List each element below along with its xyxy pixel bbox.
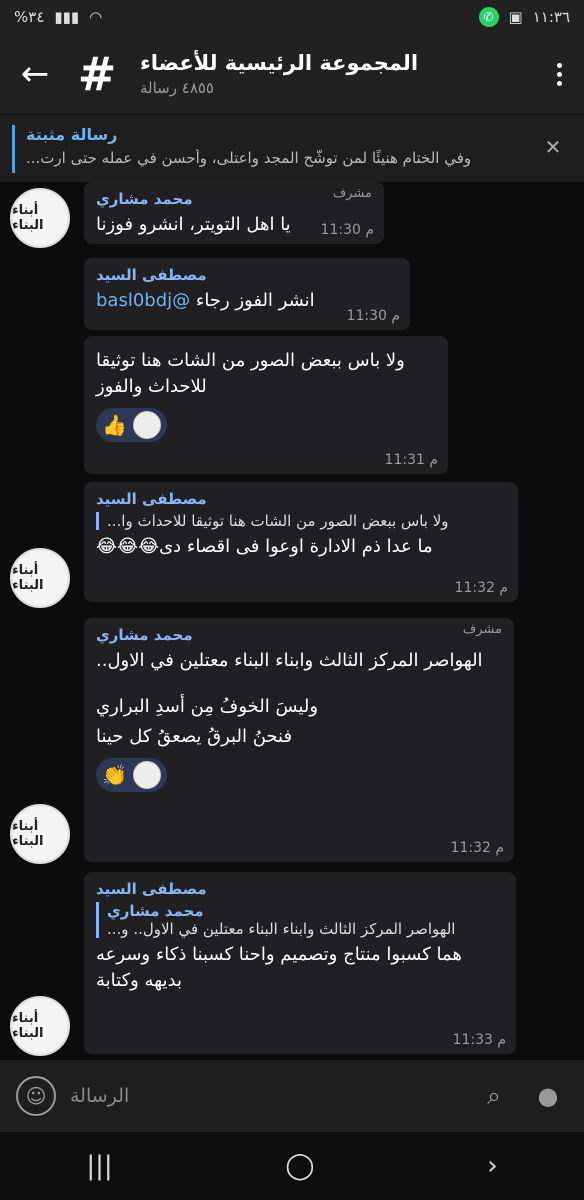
avatar[interactable]: أبناء البناء <box>10 188 70 248</box>
avatar-label: أبناء البناء <box>12 819 44 849</box>
signal-icon: ▮▮▮ <box>54 8 80 26</box>
chat-area[interactable]: أبناء البناء مشرف محمد مشاري يا اهل التو… <box>0 182 584 1060</box>
more-vert-icon <box>556 62 562 86</box>
message-time: 11:30 م <box>320 222 374 238</box>
message-input-bar: ☺ ⌕ ● <box>0 1060 584 1132</box>
message-text: فنحنُ البرقُ يصعقُ كل حينا <box>96 726 293 748</box>
reply-text: ولا باس ببعض الصور من الشات هنا توثيقا ل… <box>107 512 449 530</box>
reaction-chip[interactable]: 👏 <box>96 758 167 793</box>
message-bubble[interactable]: مصطفى السيد انشر الفوز رجاء @basl0bdj 11… <box>84 258 410 330</box>
avatar[interactable]: أبناء البناء <box>10 548 70 608</box>
sender-name[interactable]: محمد مشاري <box>96 190 372 208</box>
message-time: 11:33 م <box>452 1032 506 1048</box>
reply-text: الهواصر المركز الثالث وابناء البناء معتل… <box>107 920 456 938</box>
reaction-emoji: 👏 <box>102 763 127 788</box>
status-left: %٣٤ ▮▮▮ ◠ <box>14 8 102 26</box>
pinned-accent-bar <box>12 125 15 173</box>
admin-badge: مشرف <box>332 186 372 201</box>
sender-name[interactable]: مصطفى السيد <box>96 266 398 284</box>
reaction-emoji: 👍 <box>102 413 127 438</box>
avatar-label: أبناء البناء <box>12 1011 44 1041</box>
avatar-label: أبناء البناء <box>12 563 44 593</box>
smiley-icon: ☺ <box>25 1084 47 1108</box>
pinned-message-bar[interactable]: رسالة مثبتة وفي الختام هنيئًا لمن توشَّح… <box>0 114 584 182</box>
whatsapp-icon: ✆ <box>478 7 499 27</box>
status-right: ✆ ▣ ١١:٣٦ <box>478 7 570 27</box>
message-text: هما كسبوا منتاج وتصميم واحنا كسبنا ذكاء … <box>96 944 462 992</box>
message-time: 11:32 م <box>450 840 504 856</box>
paperclip-icon: ⌕ <box>487 1082 501 1110</box>
reaction-chip[interactable]: 👍 <box>96 408 167 443</box>
attach-button[interactable]: ⌕ <box>474 1076 514 1116</box>
mention-link[interactable]: @basl0bdj <box>96 290 190 311</box>
message-text-prefix: انشر الفوز رجاء <box>190 290 315 311</box>
unpin-icon: ✕ <box>544 135 562 159</box>
message-time: 11:31 م <box>384 452 438 468</box>
clock-time: ١١:٣٦ <box>532 8 570 26</box>
sender-name[interactable]: مصطفى السيد <box>96 880 504 898</box>
pinned-title: رسالة مثبتة <box>26 125 118 144</box>
admin-badge: مشرف <box>462 622 502 637</box>
message-count: ٤٨٥٥ رسالة <box>140 79 214 97</box>
reaction-avatar <box>132 411 161 440</box>
message-text: الهواصر المركز الثالث وابناء البناء معتل… <box>96 650 483 671</box>
voice-record-button[interactable]: ● <box>528 1076 568 1116</box>
hash-icon: # <box>77 47 117 101</box>
microphone-icon: ● <box>537 1082 559 1110</box>
back-button[interactable]: ← <box>0 34 70 114</box>
battery-level: %٣٤ <box>14 8 45 26</box>
avatar[interactable]: أبناء البناء <box>10 804 70 864</box>
unpin-button[interactable]: ✕ <box>536 135 570 165</box>
chat-info[interactable]: المجموعة الرئيسية للأعضاء ٤٨٥٥ رسالة <box>122 51 534 97</box>
wifi-icon: ◠ <box>89 8 103 26</box>
emoji-button[interactable]: ☺ <box>16 1076 56 1116</box>
avatar[interactable]: أبناء البناء <box>10 996 70 1056</box>
gallery-icon: ▣ <box>508 8 523 26</box>
message-text: وليسَ الخوفُ مِن أسدِ البراري <box>96 696 319 718</box>
reply-preview[interactable]: ولا باس ببعض الصور من الشات هنا توثيقا ل… <box>96 512 506 530</box>
more-options-button[interactable] <box>534 34 584 114</box>
avatar-label: أبناء البناء <box>12 203 44 233</box>
arrow-left-icon: ← <box>20 54 50 94</box>
reply-preview[interactable]: محمد مشاري الهواصر المركز الثالث وابناء … <box>96 902 504 938</box>
reaction-avatar <box>132 761 161 790</box>
message-text: ولا باس ببعض الصور من الشات هنا توثيقا ل… <box>96 350 405 398</box>
message-input[interactable] <box>70 1085 460 1107</box>
reply-sender: محمد مشاري <box>107 902 204 920</box>
chat-title: المجموعة الرئيسية للأعضاء <box>140 51 419 75</box>
message-bubble[interactable]: ولا باس ببعض الصور من الشات هنا توثيقا ل… <box>84 336 448 474</box>
message-bubble[interactable]: مشرف محمد مشاري الهواصر المركز الثالث وا… <box>84 618 514 862</box>
group-avatar[interactable]: # <box>72 47 122 101</box>
sender-name[interactable]: محمد مشاري <box>96 626 502 644</box>
message-bubble[interactable]: مصطفى السيد محمد مشاري الهواصر المركز ال… <box>84 872 516 1054</box>
chat-header: ← # المجموعة الرئيسية للأعضاء ٤٨٥٥ رسالة <box>0 34 584 114</box>
back-nav-button[interactable]: › <box>487 1151 497 1181</box>
message-text: ما عدا ذم الادارة اوعوا فى اقصاء دى😂😂😂 <box>96 536 433 557</box>
message-bubble[interactable]: مصطفى السيد ولا باس ببعض الصور من الشات … <box>84 482 518 602</box>
message-time: 11:32 م <box>454 580 508 596</box>
status-bar: %٣٤ ▮▮▮ ◠ ✆ ▣ ١١:٣٦ <box>0 0 584 34</box>
message-time: 11:30 م <box>346 308 400 324</box>
sender-name[interactable]: مصطفى السيد <box>96 490 506 508</box>
system-nav-bar: ||| ◯ › <box>0 1132 584 1200</box>
message-bubble[interactable]: مشرف محمد مشاري يا اهل التويتر، انشرو فو… <box>84 182 384 244</box>
pinned-text: وفي الختام هنيئًا لمن توشَّح المجد واعتل… <box>26 149 472 167</box>
home-button[interactable]: ◯ <box>285 1151 314 1181</box>
recent-apps-button[interactable]: ||| <box>86 1151 112 1181</box>
